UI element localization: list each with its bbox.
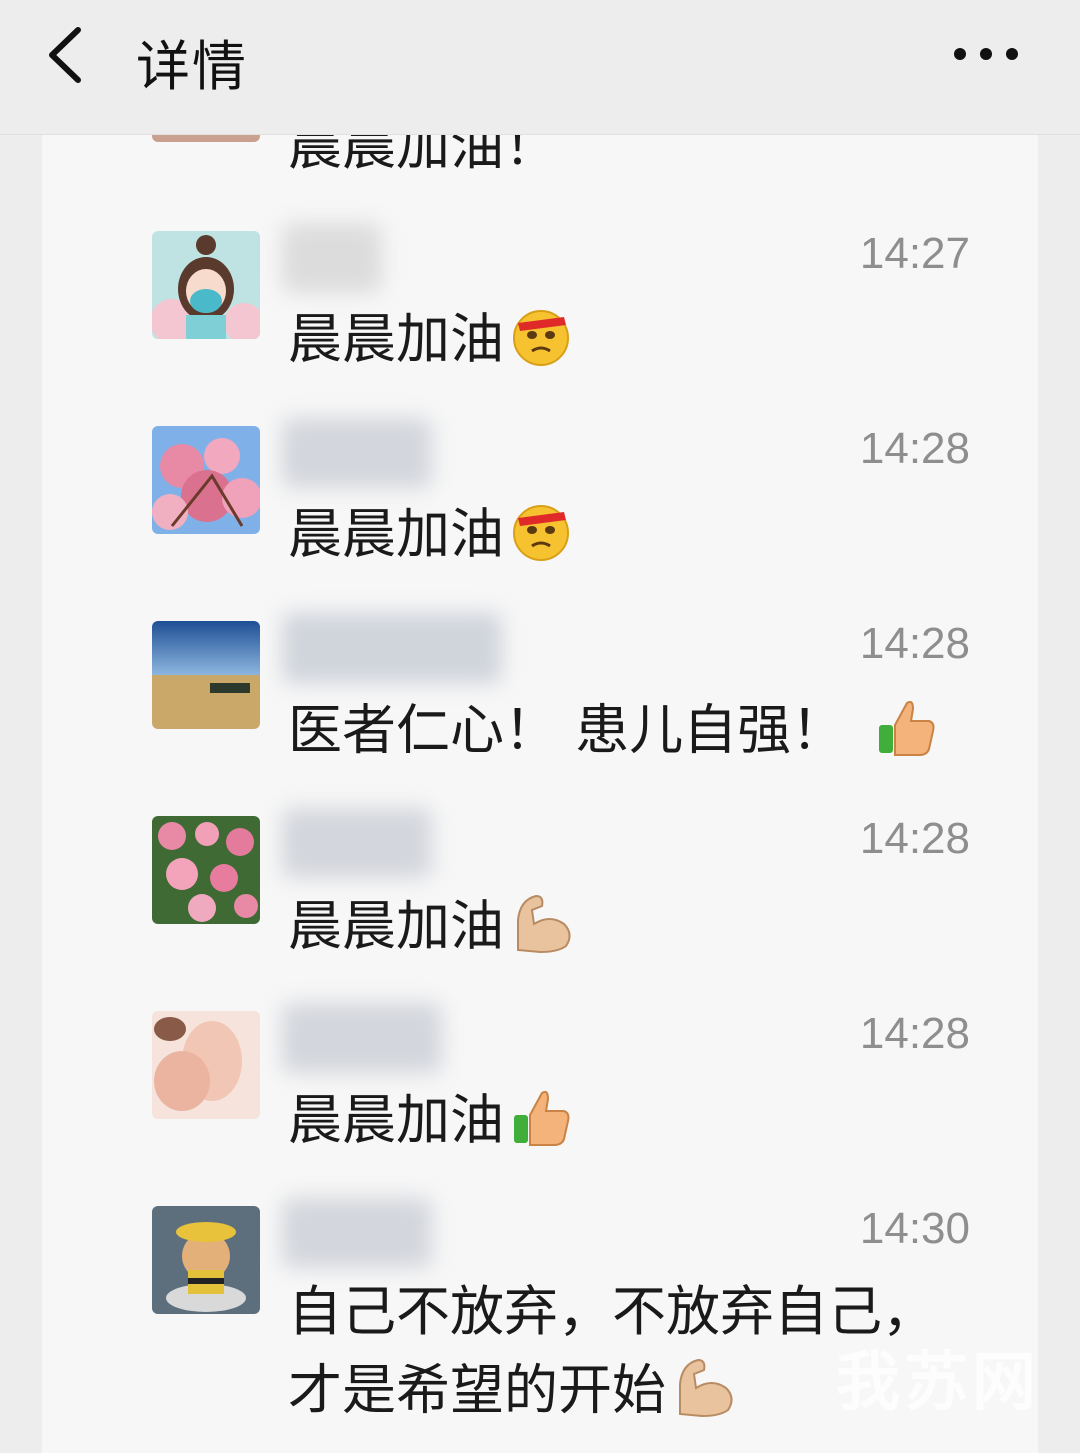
avatar[interactable] <box>152 231 260 339</box>
timestamp: 14:28 <box>859 424 970 473</box>
timestamp: 14:28 <box>859 814 970 863</box>
timestamp: 14:28 <box>859 1009 970 1058</box>
username-blurred <box>282 1198 432 1268</box>
more-dots-icon[interactable] <box>954 44 1018 64</box>
thumbs-up-icon <box>510 1085 574 1163</box>
avatar[interactable] <box>152 816 260 924</box>
message-text: 晨晨加油 <box>288 1085 574 1163</box>
username-blurred <box>282 418 432 488</box>
page-title: 详情 <box>136 35 248 98</box>
angry-face-icon <box>510 305 572 381</box>
list-item: 14:28 晨晨加油 <box>42 1003 1038 1206</box>
comment-list: 晨晨加油！ 14:27 晨晨加油 14:28 晨晨加油 14:28 医者仁心！ … <box>42 134 1038 1453</box>
message-text: 医者仁心！ 患儿自强！ <box>288 695 939 773</box>
avatar[interactable] <box>152 621 260 729</box>
timestamp: 14:27 <box>859 229 970 278</box>
message-text: 晨晨加油 <box>288 500 572 576</box>
list-item: 14:28 晨晨加油 <box>42 418 1038 621</box>
angry-face-icon <box>510 500 572 576</box>
flexed-biceps-icon <box>672 1354 738 1434</box>
top-navigation-bar: 详情 <box>0 0 1080 134</box>
list-item: 14:28 医者仁心！ 患儿自强！ <box>42 613 1038 816</box>
avatar[interactable] <box>152 1206 260 1314</box>
avatar[interactable] <box>152 426 260 534</box>
list-item: 14:28 晨晨加油 <box>42 808 1038 1011</box>
username-blurred <box>282 223 382 293</box>
timestamp: 14:30 <box>859 1204 970 1253</box>
flexed-biceps-icon <box>510 890 576 970</box>
username-blurred <box>282 1003 442 1073</box>
partial-avatar <box>152 134 260 142</box>
thumbs-up-icon <box>875 695 939 773</box>
username-blurred <box>282 808 432 878</box>
message-text: 晨晨加油 <box>288 890 576 970</box>
timestamp: 14:28 <box>859 619 970 668</box>
message-text: 晨晨加油 <box>288 305 572 381</box>
username-blurred <box>282 613 502 683</box>
chevron-left-icon[interactable] <box>42 24 92 86</box>
avatar[interactable] <box>152 1011 260 1119</box>
watermark: 我苏网 <box>836 1346 1040 1420</box>
list-item: 14:27 晨晨加油 <box>42 223 1038 426</box>
partial-message: 晨晨加油！ <box>288 134 558 177</box>
